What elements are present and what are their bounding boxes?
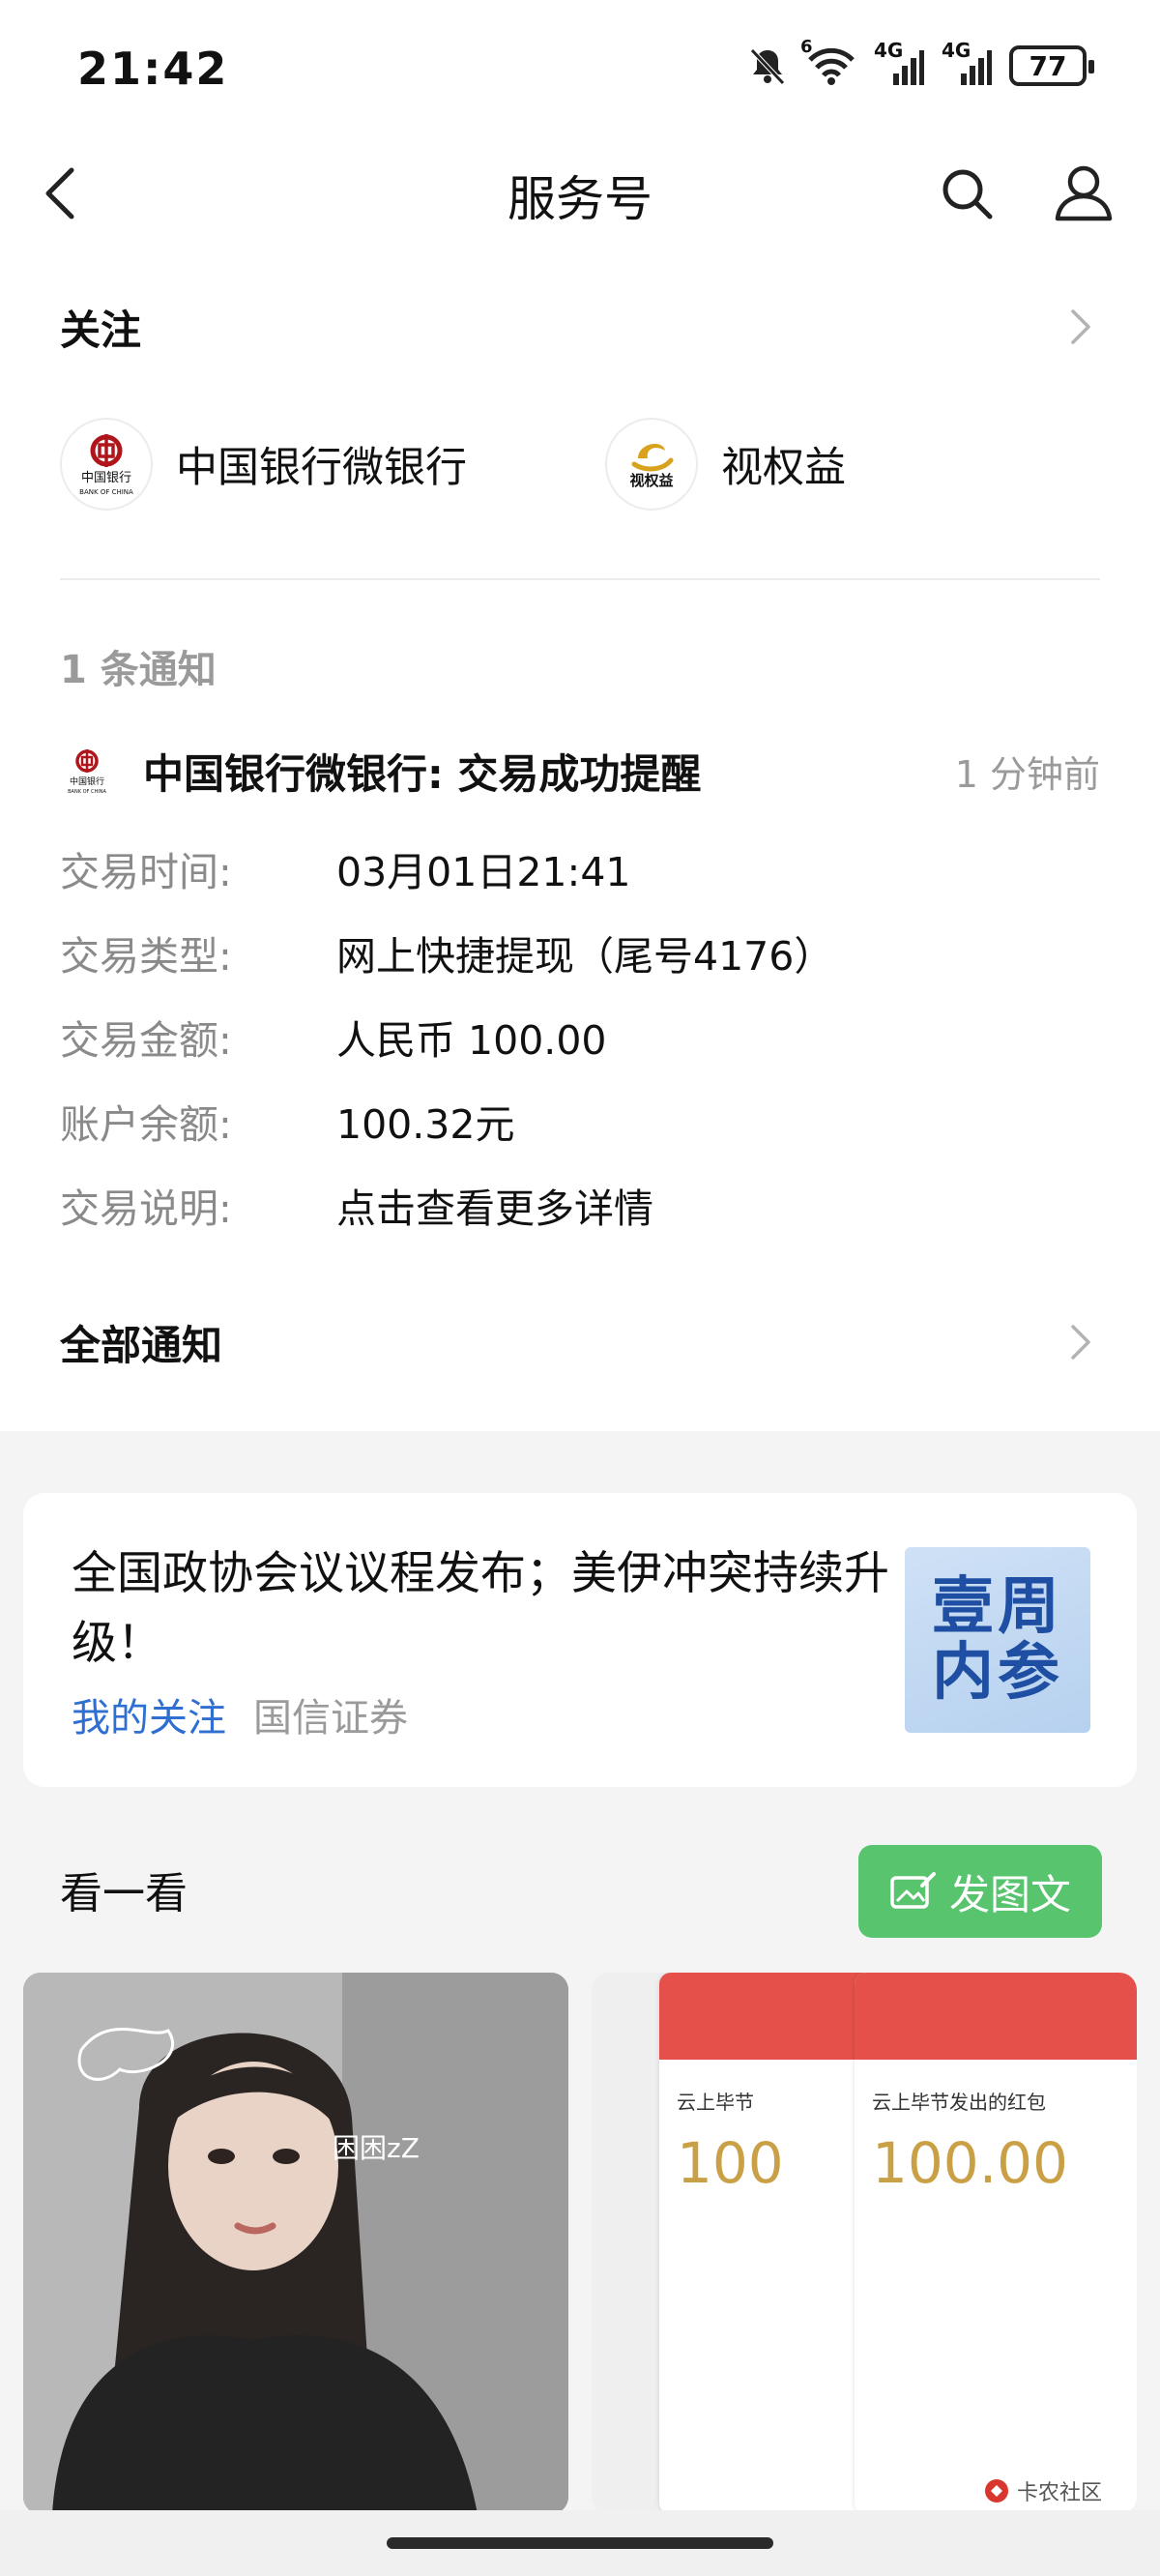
account-name: 中国银行微银行	[176, 444, 467, 492]
detail-row[interactable]: 交易类型: 网上快捷提现（尾号4176）	[60, 923, 833, 981]
nav-bar: 服务号	[0, 145, 1160, 242]
signal-4g-icon: 4G	[942, 39, 992, 87]
detail-value: 人民币 100.00	[336, 1017, 607, 1064]
wifi-label: 6	[800, 37, 813, 57]
detail-label: 交易类型:	[60, 933, 232, 980]
red-packet-amount: 100.00	[872, 2130, 1068, 2196]
knock-logo-icon	[985, 2479, 1008, 2503]
red-packet-header	[855, 1973, 1137, 2060]
wifi-icon: 6	[800, 37, 856, 87]
news-tag[interactable]: 我的关注	[72, 1686, 226, 1742]
detail-row[interactable]: 账户余额: 100.32元	[60, 1092, 514, 1150]
notification-count: 1 条通知	[60, 648, 217, 692]
watermark-text: 卡农社区	[1017, 2481, 1103, 2505]
follow-header[interactable]: 关注	[60, 288, 1100, 366]
feed-tile-screenshot[interactable]: 云上毕节 100 云上毕节发出的红包 100.00	[592, 1973, 1137, 2514]
signal-4g-icon: 4G	[874, 39, 924, 87]
detail-row[interactable]: 交易说明: 点击查看更多详情	[60, 1176, 653, 1234]
person-icon	[1055, 165, 1113, 221]
portrait-photo	[23, 1973, 568, 2514]
divider	[60, 578, 1100, 580]
notification-item-header[interactable]: 中国银行 BANK OF CHINA 中国银行微银行: 交易成功提醒 1 分钟前	[60, 737, 1100, 805]
status-time: 21:42	[77, 43, 229, 95]
news-thumbnail: 壹周 内参	[905, 1547, 1090, 1733]
news-meta: 我的关注 国信证券	[72, 1686, 408, 1742]
detail-row[interactable]: 交易时间: 03月01日21:41	[60, 839, 631, 897]
detail-label: 账户余额:	[60, 1101, 232, 1148]
followed-account-boc[interactable]: 中国银行 BANK OF CHINA 中国银行微银行	[60, 416, 467, 512]
signal-label-1: 4G	[874, 39, 904, 62]
svg-text:中国银行: 中国银行	[70, 776, 104, 787]
all-notifications-title: 全部通知	[60, 1321, 223, 1369]
svg-text:中国银行: 中国银行	[81, 471, 131, 485]
account-name: 视权益	[721, 444, 846, 492]
post-image-text-button[interactable]: 发图文	[858, 1845, 1102, 1938]
status-bar: 21:42 6 4G 4G 77	[0, 0, 1160, 135]
svg-text:BANK OF CHINA: BANK OF CHINA	[79, 488, 133, 496]
feed-tile-photo[interactable]: 困困zZ	[23, 1973, 568, 2514]
detail-row[interactable]: 交易金额: 人民币 100.00	[60, 1008, 607, 1066]
svg-text:视权益: 视权益	[629, 472, 673, 489]
detail-label: 交易说明:	[60, 1186, 232, 1232]
chevron-right-icon	[1061, 1323, 1100, 1361]
profile-button[interactable]	[1052, 161, 1116, 224]
news-title: 全国政协会议议程发布；美伊冲突持续升级！	[72, 1547, 889, 1670]
detail-label: 交易金额:	[60, 1017, 232, 1064]
red-packet-card: 云上毕节发出的红包 100.00	[855, 1973, 1137, 2514]
chevron-right-icon	[1061, 307, 1100, 346]
news-source: 国信证券	[253, 1696, 408, 1741]
followed-account-shiquanyi[interactable]: 视权益 视权益	[605, 416, 846, 512]
bell-off-icon	[746, 44, 789, 87]
notification-title: 中国银行微银行: 交易成功提醒	[143, 749, 702, 798]
signal-label-2: 4G	[942, 39, 972, 62]
look-section-title: 看一看	[60, 1869, 188, 1918]
boc-logo-icon: 中国银行 BANK OF CHINA	[60, 744, 114, 798]
boc-logo-icon: 中国银行 BANK OF CHINA	[60, 418, 153, 511]
news-card[interactable]: 全国政协会议议程发布；美伊冲突持续升级！ 我的关注 国信证券 壹周 内参	[23, 1493, 1137, 1787]
all-notifications-row[interactable]: 全部通知	[60, 1303, 1100, 1381]
watermark: 卡农社区	[982, 2475, 1102, 2506]
shiquanyi-logo-icon: 视权益	[605, 418, 698, 511]
detail-value: 点击查看更多详情	[336, 1186, 653, 1232]
search-button[interactable]	[936, 162, 998, 224]
detail-value: 03月01日21:41	[336, 849, 631, 895]
detail-value: 网上快捷提现（尾号4176）	[336, 933, 834, 980]
notification-time: 1 分钟前	[954, 752, 1100, 796]
status-icons: 6 4G 4G 77	[746, 37, 1094, 93]
home-indicator[interactable]	[387, 2537, 773, 2549]
photo-overlay-text: 困困zZ	[333, 2132, 420, 2164]
battery-icon: 77	[1009, 45, 1094, 86]
search-icon	[942, 169, 993, 220]
follow-title: 关注	[60, 306, 142, 354]
post-button-label: 发图文	[948, 1870, 1071, 1918]
thumb-line: 内参	[932, 1637, 1063, 1709]
red-packet-sender: 云上毕节发出的红包	[872, 2091, 1046, 2114]
thumb-line: 壹周	[932, 1571, 1063, 1643]
image-edit-icon	[890, 1872, 936, 1909]
detail-value: 100.32元	[336, 1101, 515, 1148]
svg-text:BANK OF CHINA: BANK OF CHINA	[68, 789, 106, 795]
detail-label: 交易时间:	[60, 849, 232, 895]
battery-level: 77	[1029, 49, 1067, 82]
